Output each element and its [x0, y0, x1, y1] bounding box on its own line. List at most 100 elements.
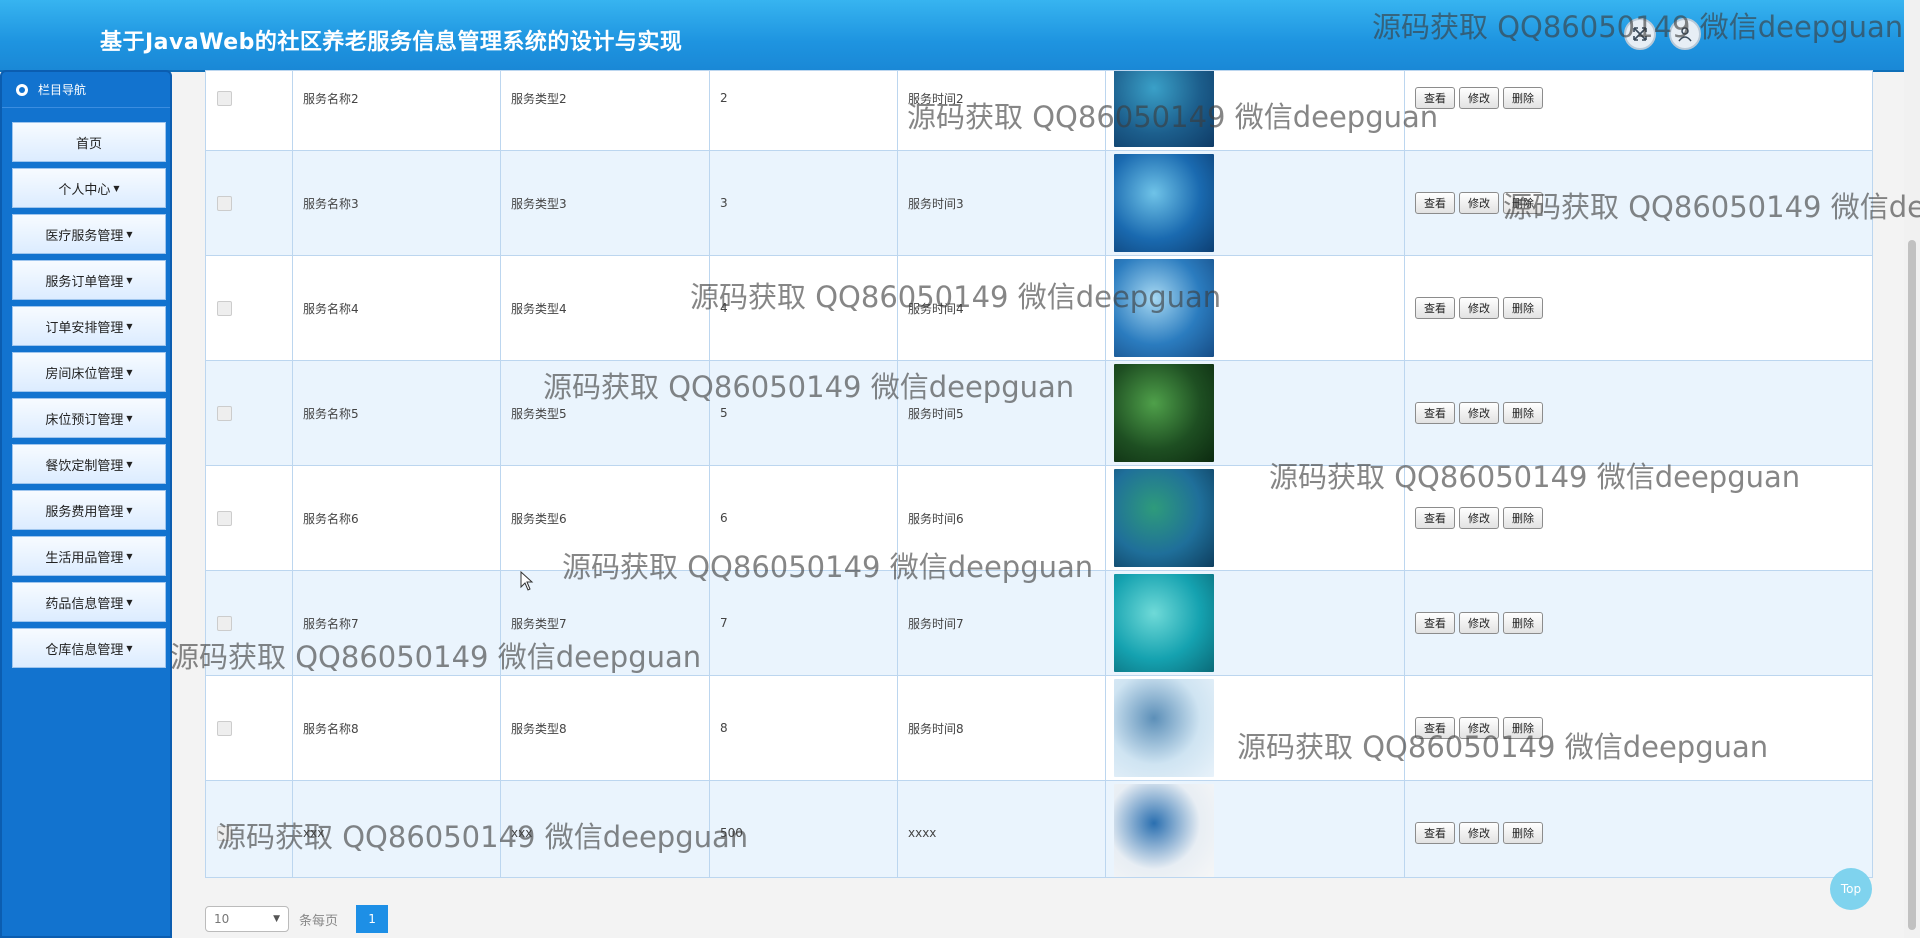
caret-down-icon: ▼: [126, 597, 133, 607]
cell-num: 500: [710, 781, 898, 877]
delete-button[interactable]: 删除: [1503, 297, 1543, 319]
sidebar-item[interactable]: 仓库信息管理 ▼: [12, 628, 166, 668]
sidebar-item-label: 餐饮定制管理: [45, 458, 124, 474]
pagination: 10 ▼ 条每页 1: [205, 905, 389, 933]
sidebar-item[interactable]: 生活用品管理 ▼: [12, 536, 166, 576]
edit-button[interactable]: 修改: [1459, 192, 1499, 214]
sidebar-item[interactable]: 个人中心 ▼: [12, 168, 166, 208]
view-button[interactable]: 查看: [1415, 822, 1455, 844]
row-checkbox[interactable]: [217, 825, 232, 841]
back-to-top-button[interactable]: Top: [1830, 868, 1872, 910]
view-button[interactable]: 查看: [1415, 297, 1455, 319]
cell-num: 7: [710, 571, 898, 675]
per-page-label: 条每页: [299, 913, 339, 929]
view-button[interactable]: 查看: [1415, 717, 1455, 739]
row-checkbox[interactable]: [217, 300, 232, 316]
sidebar-item[interactable]: 房间床位管理 ▼: [12, 352, 166, 392]
edit-button[interactable]: 修改: [1459, 822, 1499, 844]
sidebar: 栏目导航 首页 个人中心 ▼ 医疗服务管理 ▼ 服务订单管理 ▼ 订单安排管理 ▼ 房间床位管理 ▼…: [0, 70, 172, 938]
actions-cell: 查看 修改 删除: [1405, 256, 1872, 360]
scrollbar-thumb[interactable]: [1908, 240, 1916, 930]
row-checkbox[interactable]: [217, 720, 232, 736]
cell-time: 服务时间2: [898, 71, 1106, 150]
expand-icon[interactable]: [1624, 18, 1656, 50]
page-size-select[interactable]: 10 ▼: [205, 906, 289, 932]
caret-down-icon: ▼: [126, 551, 133, 561]
sidebar-item[interactable]: 床位预订管理 ▼: [12, 398, 166, 438]
service-image: [1114, 469, 1214, 567]
delete-button[interactable]: 删除: [1503, 822, 1543, 844]
checkbox-cell: [206, 361, 293, 465]
checkbox-cell: [206, 151, 293, 255]
service-image: [1114, 154, 1214, 252]
row-checkbox[interactable]: [217, 615, 232, 631]
cell-name: 服务名称8: [293, 676, 501, 780]
cell-name: 服务名称2: [293, 71, 501, 150]
row-checkbox[interactable]: [217, 405, 232, 421]
cell-num: 2: [710, 71, 898, 150]
edit-button[interactable]: 修改: [1459, 87, 1499, 109]
cell-time: 服务时间8: [898, 676, 1106, 780]
edit-button[interactable]: 修改: [1459, 402, 1499, 424]
row-checkbox[interactable]: [217, 510, 232, 526]
cell-name: 服务名称5: [293, 361, 501, 465]
chevron-down-icon: ▼: [273, 914, 280, 924]
page-scrollbar[interactable]: [1904, 0, 1920, 938]
view-button[interactable]: 查看: [1415, 192, 1455, 214]
caret-down-icon: ▼: [126, 275, 133, 285]
edit-button[interactable]: 修改: [1459, 297, 1499, 319]
user-icon[interactable]: [1669, 18, 1701, 50]
page-number-button[interactable]: 1: [356, 905, 389, 933]
sidebar-item[interactable]: 服务费用管理 ▼: [12, 490, 166, 530]
sidebar-item[interactable]: 首页: [12, 122, 166, 162]
sidebar-item-label: 药品信息管理: [45, 596, 124, 612]
view-button[interactable]: 查看: [1415, 402, 1455, 424]
sidebar-item[interactable]: 服务订单管理 ▼: [12, 260, 166, 300]
service-image: [1114, 784, 1214, 877]
caret-down-icon: ▼: [126, 229, 133, 239]
sidebar-item[interactable]: 医疗服务管理 ▼: [12, 214, 166, 254]
sidebar-item[interactable]: 药品信息管理 ▼: [12, 582, 166, 622]
delete-button[interactable]: 删除: [1503, 507, 1543, 529]
actions-cell: 查看 修改 删除: [1405, 361, 1872, 465]
edit-button[interactable]: 修改: [1459, 612, 1499, 634]
view-button[interactable]: 查看: [1415, 507, 1455, 529]
app-title: 基于JavaWeb的社区养老服务信息管理系统的设计与实现: [100, 30, 683, 55]
image-cell: [1106, 571, 1405, 675]
image-cell: [1106, 256, 1405, 360]
row-checkbox[interactable]: [217, 90, 232, 106]
caret-down-icon: ▼: [126, 459, 133, 469]
image-cell: [1106, 466, 1405, 570]
cell-time: 服务时间4: [898, 256, 1106, 360]
edit-button[interactable]: 修改: [1459, 717, 1499, 739]
page-size-value: 10: [214, 912, 230, 926]
image-cell: [1106, 151, 1405, 255]
delete-button[interactable]: 删除: [1503, 402, 1543, 424]
caret-down-icon: ▼: [126, 321, 133, 331]
sidebar-item[interactable]: 订单安排管理 ▼: [12, 306, 166, 346]
service-image: [1114, 364, 1214, 462]
table-row: 服务名称3 服务类型3 3 服务时间3 查看 修改 删除: [206, 151, 1872, 256]
cell-time: 服务时间7: [898, 571, 1106, 675]
delete-button[interactable]: 删除: [1503, 192, 1543, 214]
view-button[interactable]: 查看: [1415, 87, 1455, 109]
cell-name: 服务名称6: [293, 466, 501, 570]
table-row: 服务名称6 服务类型6 6 服务时间6 查看 修改 删除: [206, 466, 1872, 571]
image-cell: [1106, 781, 1405, 877]
cell-num: 6: [710, 466, 898, 570]
checkbox-cell: [206, 256, 293, 360]
sidebar-item[interactable]: 餐饮定制管理 ▼: [12, 444, 166, 484]
service-image: [1114, 259, 1214, 357]
service-image: [1114, 71, 1214, 147]
view-button[interactable]: 查看: [1415, 612, 1455, 634]
actions-cell: 查看 修改 删除: [1405, 151, 1872, 255]
delete-button[interactable]: 删除: [1503, 612, 1543, 634]
cell-type: 服务类型8: [501, 676, 710, 780]
caret-down-icon: ▼: [113, 183, 120, 193]
delete-button[interactable]: 删除: [1503, 717, 1543, 739]
header-bar: 基于JavaWeb的社区养老服务信息管理系统的设计与实现: [0, 0, 1904, 72]
edit-button[interactable]: 修改: [1459, 507, 1499, 529]
row-checkbox[interactable]: [217, 195, 232, 211]
cell-name: 服务名称4: [293, 256, 501, 360]
delete-button[interactable]: 删除: [1503, 87, 1543, 109]
